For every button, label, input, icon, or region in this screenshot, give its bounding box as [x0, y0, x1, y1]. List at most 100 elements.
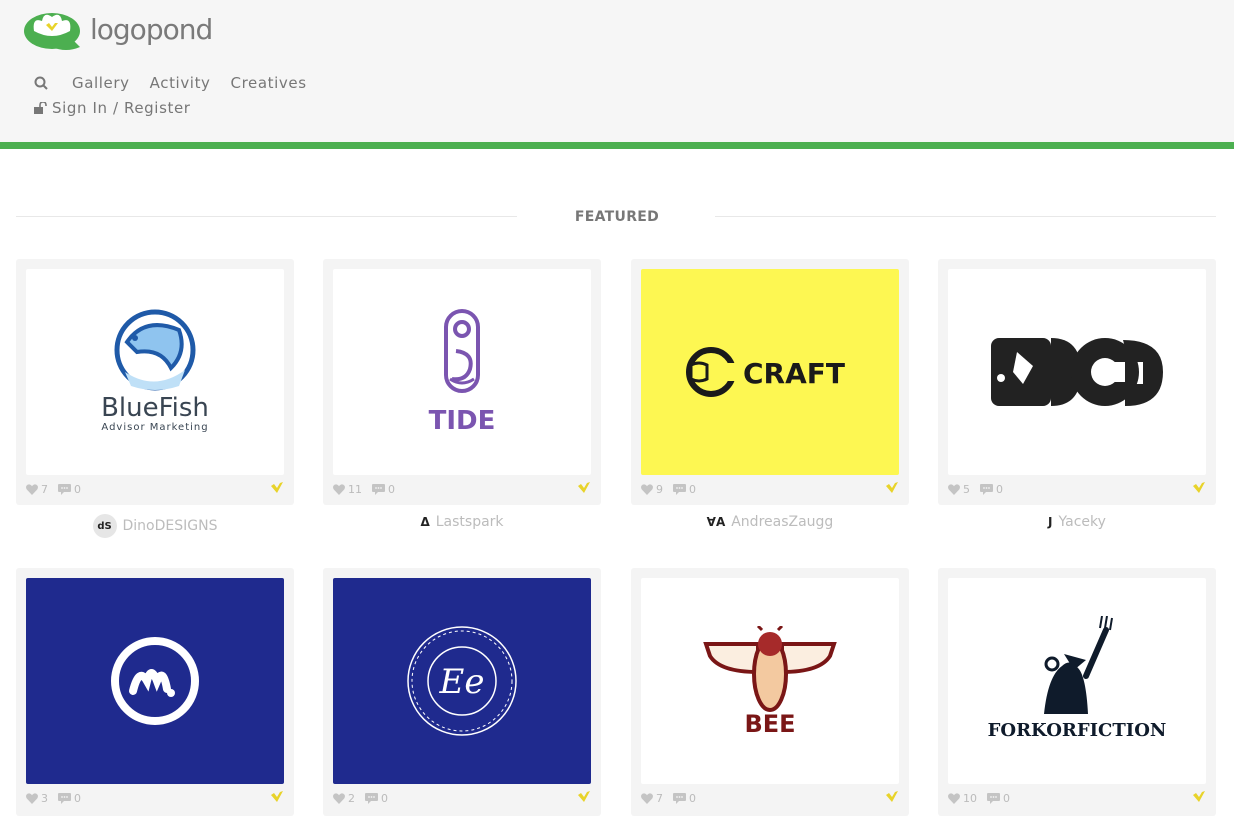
comment-icon	[673, 792, 686, 804]
likes-count[interactable]: 7	[641, 792, 663, 805]
nav-gallery[interactable]: Gallery	[72, 74, 130, 92]
logo-card[interactable]: FORKORFICTION 10 0	[938, 568, 1216, 816]
comments-count[interactable]: 0	[365, 792, 388, 805]
heart-icon	[641, 483, 653, 495]
comments-count[interactable]: 0	[58, 483, 81, 496]
designer-link[interactable]: dS DinoDESIGNS	[16, 514, 294, 538]
comment-icon	[987, 792, 1000, 804]
nav-activity[interactable]: Activity	[150, 74, 211, 92]
divider-right	[715, 216, 1216, 217]
logo-thumbnail[interactable]: BEE	[641, 578, 899, 784]
card-stats: 9 0	[641, 481, 899, 497]
likes-count[interactable]: 5	[948, 483, 970, 496]
logo-card[interactable]: CRAFT 9 0	[631, 259, 909, 505]
comment-icon	[365, 792, 378, 804]
logo-card[interactable]: Ee 2 0	[323, 568, 601, 816]
favorite-button[interactable]	[885, 791, 899, 806]
likes-count[interactable]: 3	[26, 792, 48, 805]
designer-avatar: J	[1048, 515, 1053, 529]
card-stats: 7 0	[26, 481, 284, 497]
designer-link[interactable]: J Yaceky	[938, 514, 1216, 530]
heart-icon	[948, 483, 960, 495]
card-stats: 7 0	[641, 790, 899, 806]
logo-thumbnail[interactable]: Ee	[333, 578, 591, 784]
svg-text:TIDE: TIDE	[429, 406, 496, 436]
search-icon	[34, 76, 48, 90]
favorite-button[interactable]	[270, 482, 284, 497]
card-stats: 3 0	[26, 790, 284, 806]
designer-name: Lastspark	[435, 514, 504, 530]
logo-thumbnail[interactable]: FORKORFICTION	[948, 578, 1206, 784]
favorite-button[interactable]	[270, 791, 284, 806]
logo-card[interactable]: BEE 7 0	[631, 568, 909, 816]
comments-count[interactable]: 0	[980, 483, 1003, 496]
favorite-button[interactable]	[1192, 791, 1206, 806]
signin-link[interactable]: Sign In / Register	[34, 99, 191, 117]
heart-icon	[26, 483, 38, 495]
likes-count[interactable]: 10	[948, 792, 977, 805]
logo-thumbnail[interactable]: BlueFish Advisor Marketing	[26, 269, 284, 475]
logo-thumbnail[interactable]: CRAFT	[641, 269, 899, 475]
heart-icon	[948, 792, 960, 804]
logo-thumbnail[interactable]: TIDE	[333, 269, 591, 475]
svg-text:FORKORFICTION: FORKORFICTION	[988, 720, 1167, 741]
heart-icon	[26, 792, 38, 804]
favorite-lotus-icon	[271, 791, 283, 802]
favorite-lotus-icon	[578, 791, 590, 802]
svg-text:BlueFish: BlueFish	[101, 393, 209, 423]
site-logo[interactable]: logopond	[22, 6, 222, 52]
favorite-lotus-icon	[1193, 791, 1205, 802]
logo-card[interactable]: 3 0	[16, 568, 294, 816]
favorite-lotus-icon	[578, 482, 590, 493]
favorite-lotus-icon	[271, 482, 283, 493]
designer-link[interactable]: Δ Lastspark	[323, 514, 601, 530]
designer-name: AndreasZaugg	[731, 514, 834, 530]
likes-count[interactable]: 2	[333, 792, 355, 805]
unlock-icon	[34, 102, 47, 114]
favorite-button[interactable]	[885, 482, 899, 497]
header-accent-bar	[0, 142, 1234, 149]
heart-icon	[333, 483, 345, 495]
logo-card[interactable]: TIDE 11 0	[323, 259, 601, 505]
main-nav: Gallery Activity Creatives	[34, 74, 327, 92]
likes-count[interactable]: 7	[26, 483, 48, 496]
favorite-lotus-icon	[886, 482, 898, 493]
svg-text:Advisor Marketing: Advisor Marketing	[101, 422, 208, 433]
designer-avatar: ꓯA	[706, 515, 726, 529]
heart-icon	[333, 792, 345, 804]
comments-count[interactable]: 0	[673, 483, 696, 496]
comments-count[interactable]: 0	[987, 792, 1010, 805]
favorite-button[interactable]	[577, 791, 591, 806]
comments-count[interactable]: 0	[372, 483, 395, 496]
svg-text:BEE: BEE	[744, 710, 795, 736]
comment-icon	[673, 483, 686, 495]
comments-count[interactable]: 0	[58, 792, 81, 805]
card-stats: 5 0	[948, 481, 1206, 497]
site-name: logopond	[90, 12, 213, 46]
card-stats: 11 0	[333, 481, 591, 497]
card-stats: 2 0	[333, 790, 591, 806]
comment-icon	[372, 483, 385, 495]
favorite-button[interactable]	[1192, 482, 1206, 497]
lotus-logo-icon	[24, 13, 80, 50]
likes-count[interactable]: 9	[641, 483, 663, 496]
section-title: FEATURED	[574, 209, 660, 225]
search-button[interactable]	[34, 76, 48, 90]
comment-icon	[980, 483, 993, 495]
favorite-lotus-icon	[886, 791, 898, 802]
designer-avatar: dS	[92, 514, 117, 538]
likes-count[interactable]: 11	[333, 483, 362, 496]
logo-card[interactable]: 5 0	[938, 259, 1216, 505]
comment-icon	[58, 483, 71, 495]
site-header: logopond Gallery Activity Creatives Sign…	[0, 0, 1234, 142]
card-stats: 10 0	[948, 790, 1206, 806]
logo-thumbnail[interactable]	[948, 269, 1206, 475]
comments-count[interactable]: 0	[673, 792, 696, 805]
nav-creatives[interactable]: Creatives	[231, 74, 307, 92]
logo-thumbnail[interactable]	[26, 578, 284, 784]
favorite-lotus-icon	[1193, 482, 1205, 493]
designer-link[interactable]: ꓯA AndreasZaugg	[631, 514, 909, 530]
logo-card[interactable]: BlueFish Advisor Marketing 7 0	[16, 259, 294, 505]
comment-icon	[58, 792, 71, 804]
favorite-button[interactable]	[577, 482, 591, 497]
